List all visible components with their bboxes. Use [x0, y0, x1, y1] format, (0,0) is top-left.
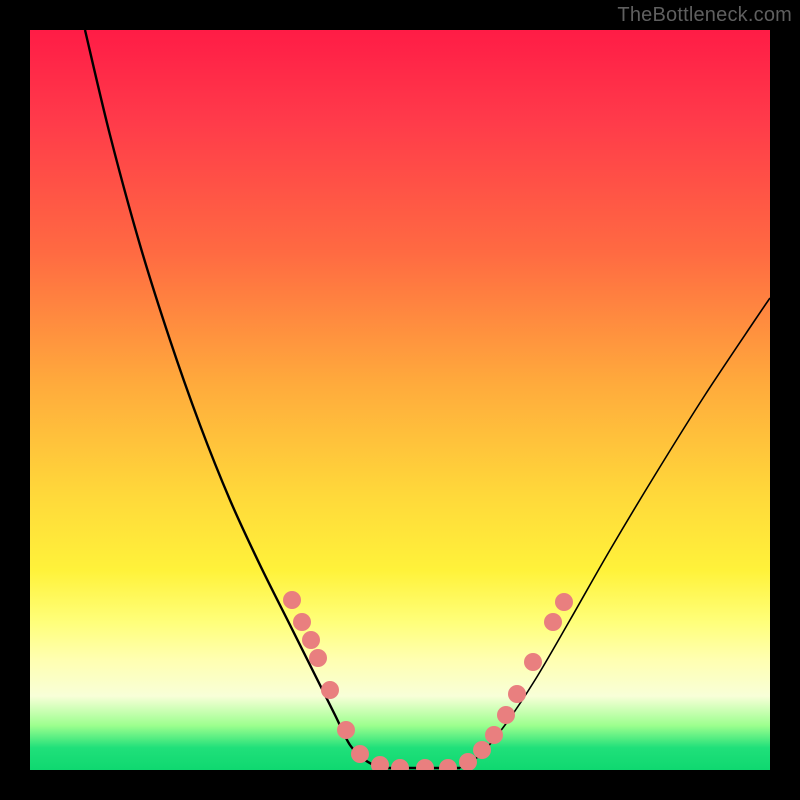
highlight-dot	[416, 759, 434, 770]
highlight-dot	[351, 745, 369, 763]
right-curve-path	[460, 298, 770, 768]
highlight-dot	[497, 706, 515, 724]
watermark-label: TheBottleneck.com	[617, 4, 792, 27]
chart-frame: TheBottleneck.com	[0, 0, 800, 800]
left-curve-path	[85, 30, 380, 768]
highlight-dot	[555, 593, 573, 611]
highlight-dot	[321, 681, 339, 699]
highlight-dot	[302, 631, 320, 649]
highlight-dot	[459, 753, 477, 770]
highlight-dot	[524, 653, 542, 671]
highlight-dot	[283, 591, 301, 609]
highlight-dot	[293, 613, 311, 631]
highlight-dot	[439, 759, 457, 770]
highlight-dot	[337, 721, 355, 739]
highlight-dot	[391, 759, 409, 770]
curve-layer	[30, 30, 770, 770]
highlight-dot	[544, 613, 562, 631]
highlight-dots-group	[283, 591, 573, 770]
highlight-dot	[473, 741, 491, 759]
highlight-dot	[485, 726, 503, 744]
plot-area	[30, 30, 770, 770]
highlight-dot	[371, 756, 389, 770]
highlight-dot	[508, 685, 526, 703]
highlight-dot	[309, 649, 327, 667]
